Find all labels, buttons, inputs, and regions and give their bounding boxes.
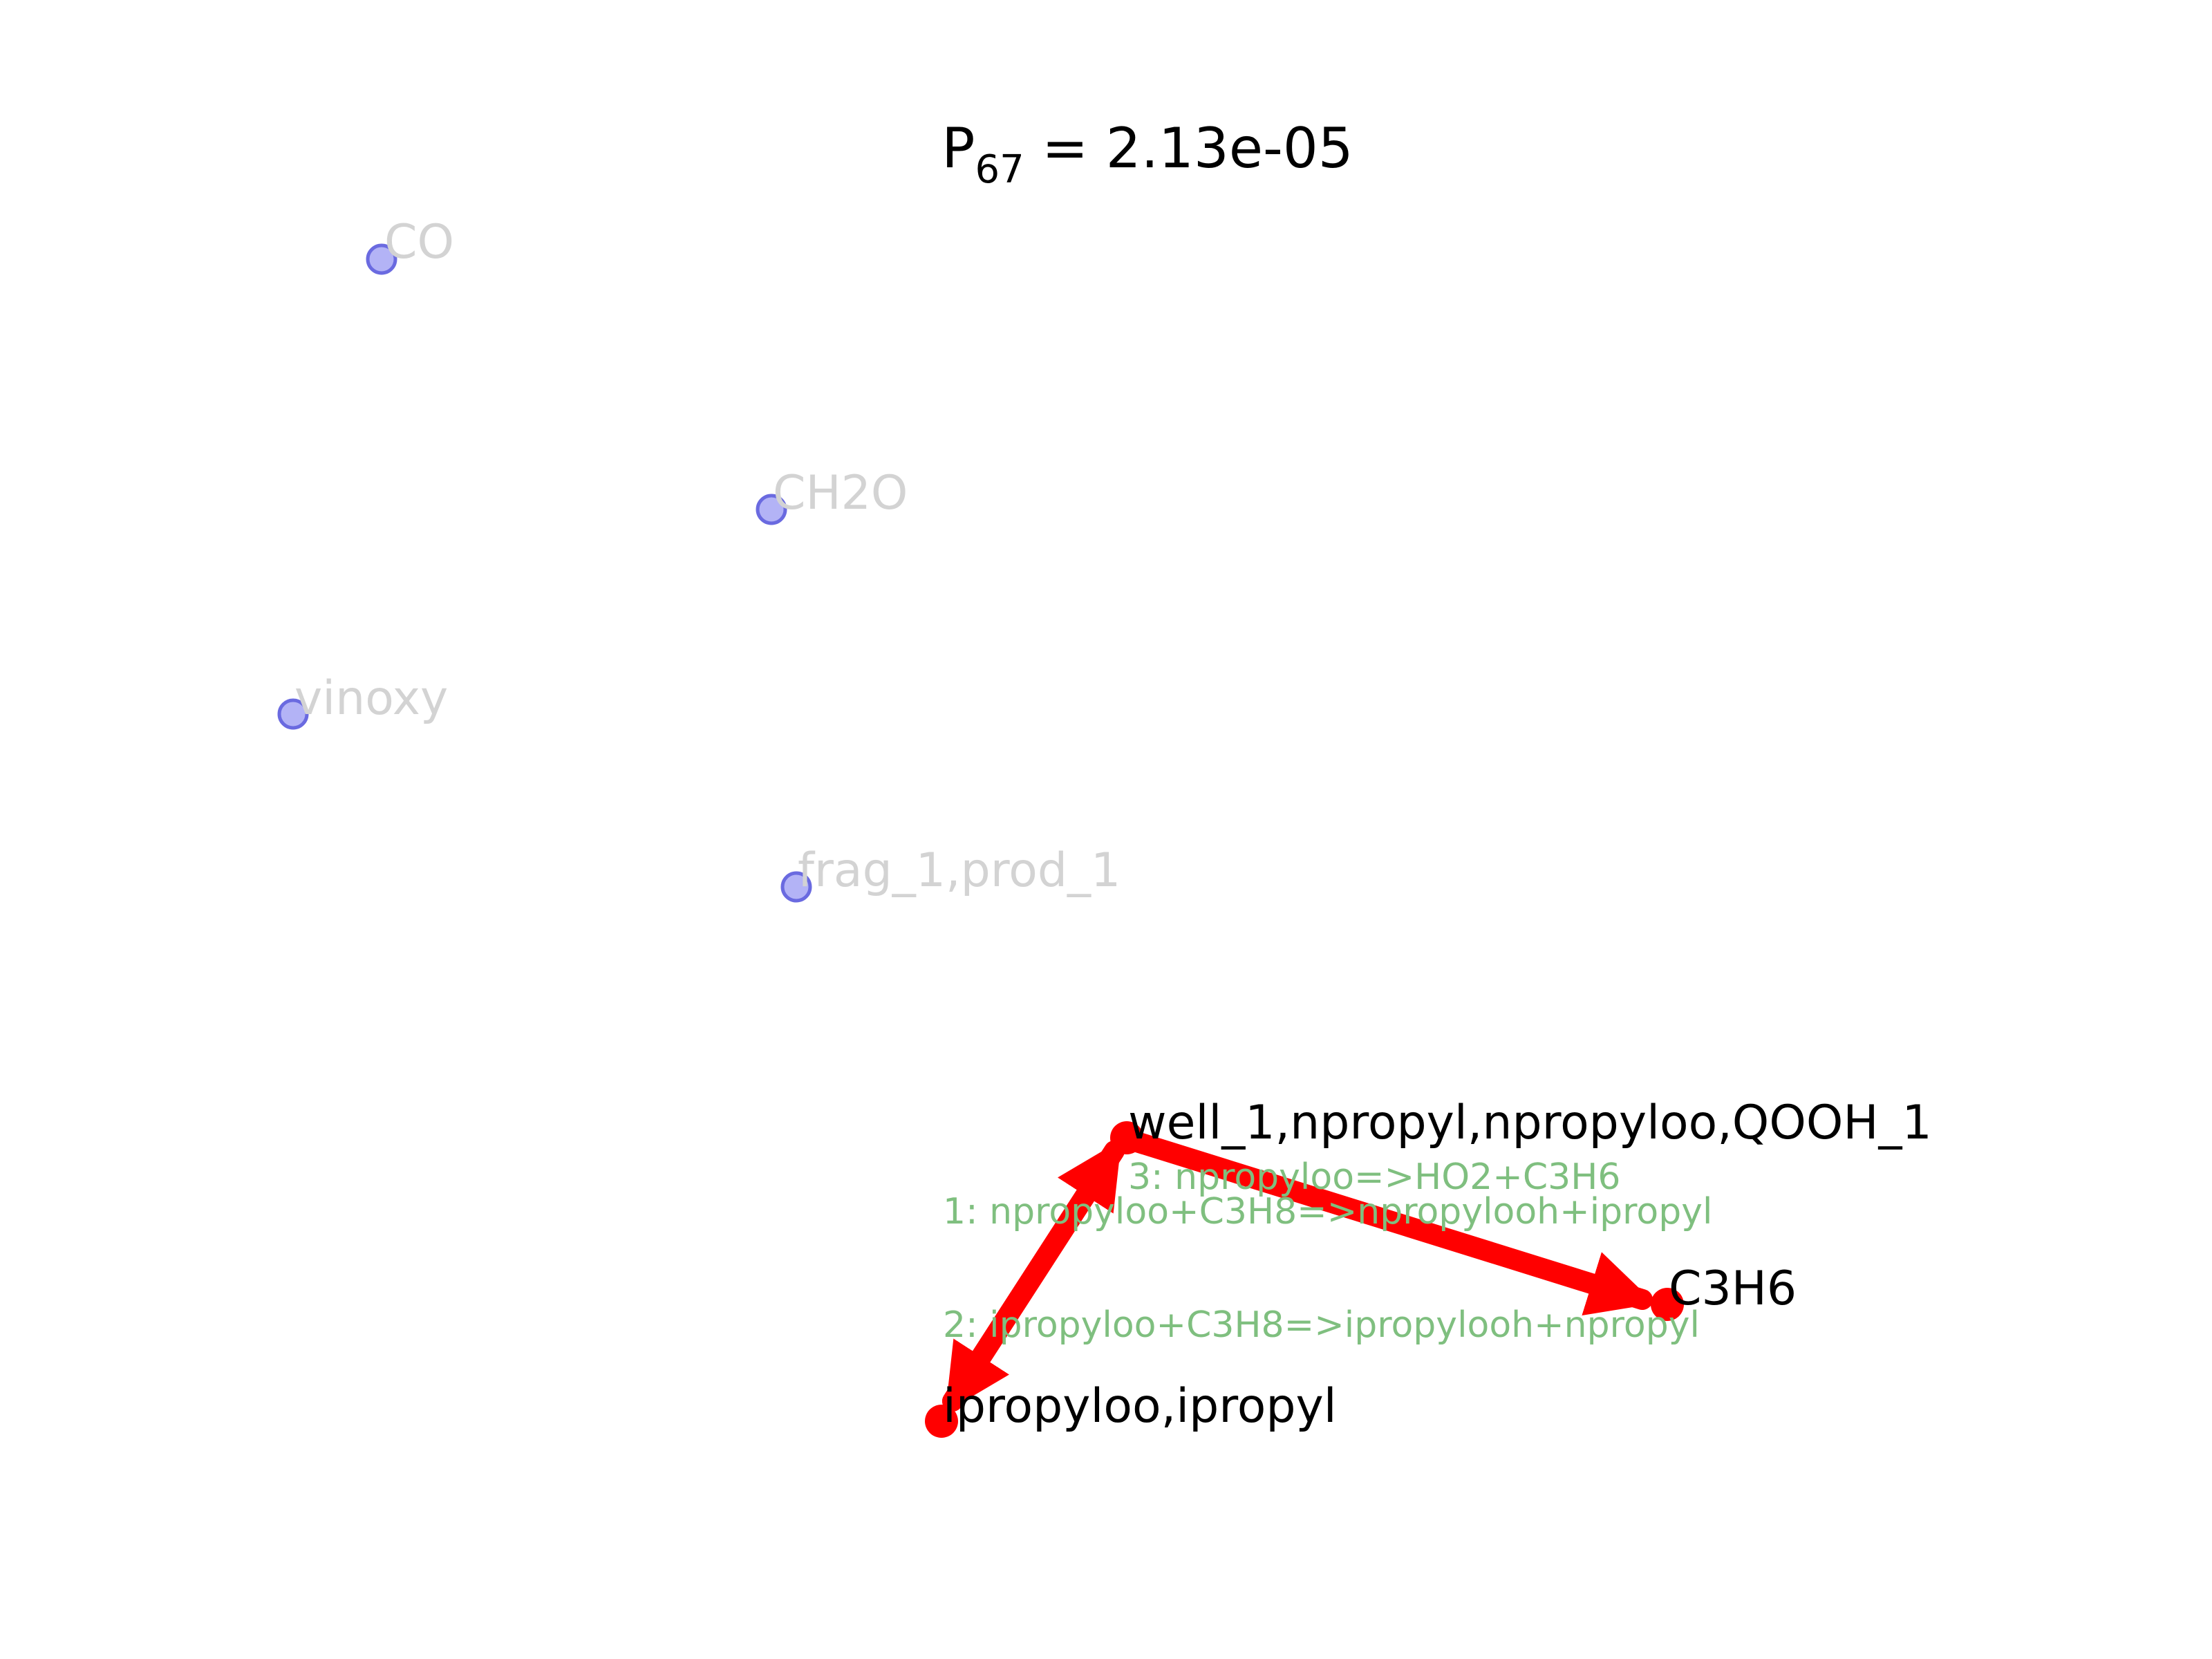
edge-label-2: 2: ipropyloo+C3H8=>ipropylooh+npropyl bbox=[943, 1304, 1700, 1346]
node-label-vinoxy: vinoxy bbox=[294, 671, 448, 726]
node-labels: CO CH2O vinoxy frag_1,prod_1 well_1,npro… bbox=[294, 215, 1932, 1434]
edge-label-3: 3: npropyloo=>HO2+C3H6 bbox=[1128, 1156, 1620, 1198]
pathway-diagram: P67 = 2.13e-05 CO CH2O vinoxy frag_1,pro… bbox=[277, 116, 1932, 1438]
title-subscript: 67 bbox=[975, 147, 1024, 192]
edge-well-to-ipropyl bbox=[942, 1141, 1125, 1413]
node-label-co: CO bbox=[384, 215, 454, 270]
title-prefix: P bbox=[941, 116, 975, 180]
pathway-figure: P67 = 2.13e-05 CO CH2O vinoxy frag_1,pro… bbox=[0, 0, 2212, 1659]
nodes-layer bbox=[277, 243, 1684, 1438]
title-suffix: = 2.13e-05 bbox=[1024, 116, 1353, 180]
node-label-well: well_1,npropyl,npropyloo,QOOH_1 bbox=[1128, 1096, 1932, 1150]
node-label-ipropyl: ipropyloo,ipropyl bbox=[943, 1379, 1337, 1434]
figure-title: P67 = 2.13e-05 bbox=[941, 116, 1353, 192]
node-label-frag: frag_1,prod_1 bbox=[798, 843, 1121, 898]
node-label-ch2o: CH2O bbox=[773, 466, 908, 521]
